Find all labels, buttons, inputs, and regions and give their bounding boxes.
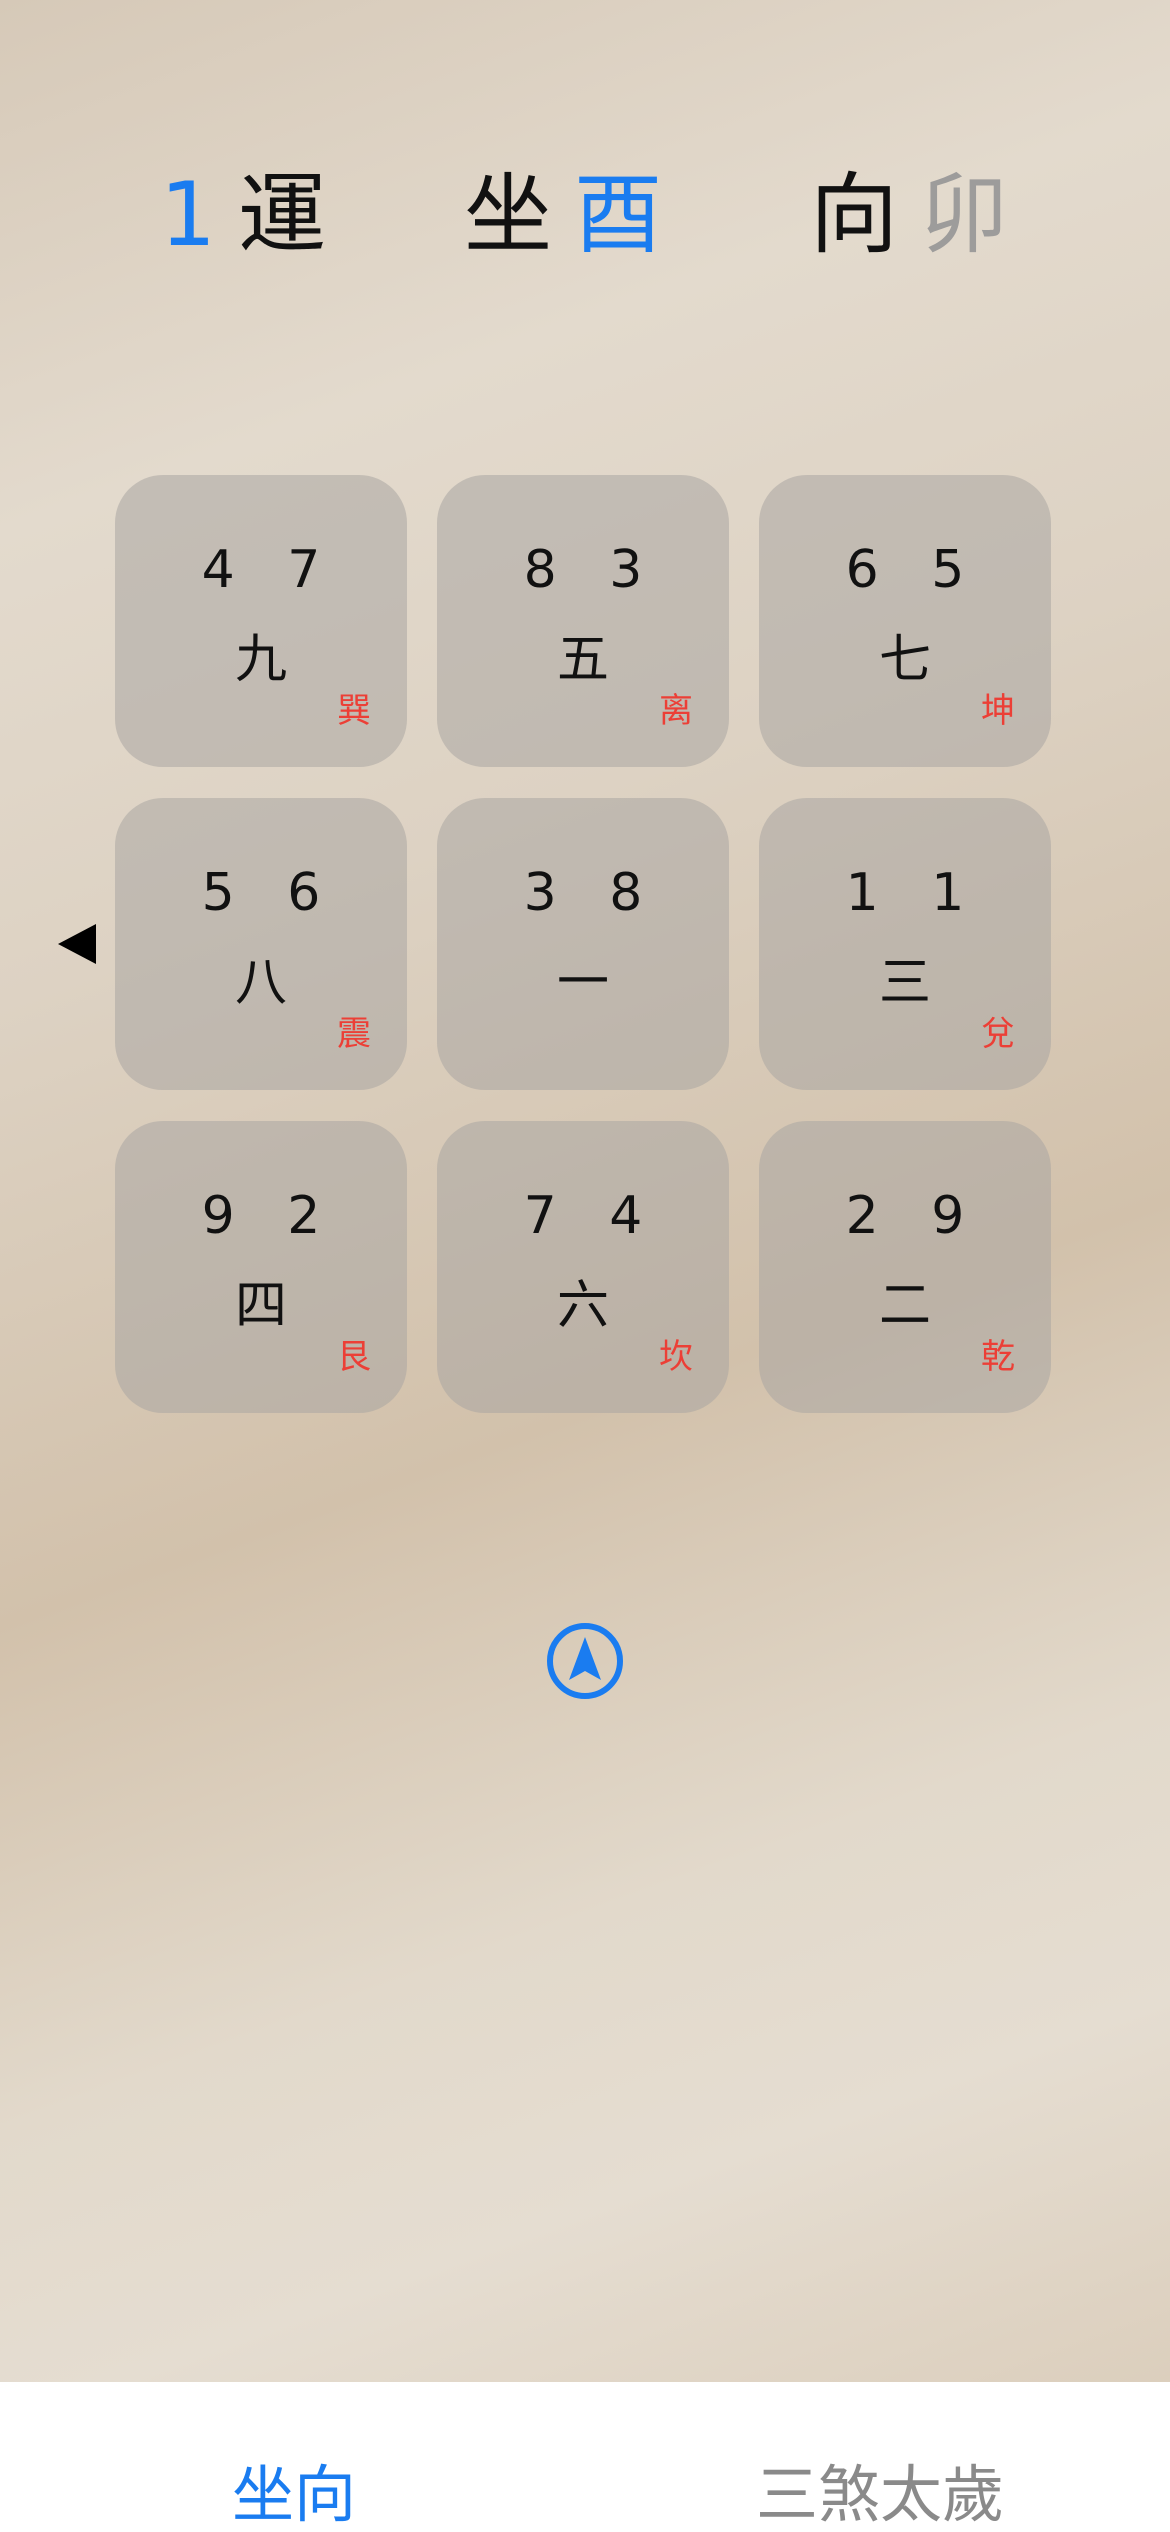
location-arrow-icon[interactable] [546, 1622, 624, 1700]
facing-display: 向 卯 [810, 155, 1008, 275]
tab-bar: 坐向 三煞太歲 [0, 2382, 1170, 2532]
header: 1 運 坐 酉 向 卯 [0, 155, 1170, 275]
flying-star-grid: 4 7 九 巽 8 3 五 离 6 5 七 坤 5 6 八 震 3 8 一 1 … [115, 475, 1055, 1413]
grid-cell-northwest[interactable]: 2 9 二 乾 [759, 1121, 1051, 1413]
cell-trigram: 巽 [337, 691, 371, 731]
cell-star-numbers: 2 9 [845, 1186, 983, 1246]
cell-base-star: 一 [556, 953, 609, 1013]
grid-cell-center[interactable]: 3 8 一 [437, 798, 729, 1090]
sitting-display[interactable]: 坐 酉 [464, 155, 662, 275]
sitting-label: 坐 [464, 163, 553, 266]
cell-star-numbers: 3 8 [523, 863, 661, 923]
cell-star-numbers: 7 4 [523, 1186, 661, 1246]
cell-base-star: 三 [878, 953, 931, 1013]
cell-trigram: 震 [337, 1014, 371, 1054]
cell-star-numbers: 5 6 [201, 863, 339, 923]
grid-cell-east[interactable]: 5 6 八 震 [115, 798, 407, 1090]
grid-cell-northeast[interactable]: 9 2 四 艮 [115, 1121, 407, 1413]
cell-base-star: 六 [556, 1276, 609, 1336]
grid-cell-southwest[interactable]: 6 5 七 坤 [759, 475, 1051, 767]
sitting-value: 酉 [574, 163, 663, 266]
grid-cell-north[interactable]: 7 4 六 坎 [437, 1121, 729, 1413]
tab-sitting-facing[interactable]: 坐向 [232, 2458, 356, 2532]
cell-star-numbers: 1 1 [845, 863, 983, 923]
facing-label: 向 [810, 163, 899, 266]
period-label: 運 [238, 163, 327, 266]
cell-base-star: 四 [234, 1276, 287, 1336]
cell-star-numbers: 8 3 [523, 540, 661, 600]
period-number: 1 [160, 163, 216, 266]
cell-trigram: 坎 [659, 1337, 693, 1377]
cell-trigram: 坤 [981, 691, 1015, 731]
cell-base-star: 七 [878, 630, 931, 690]
grid-cell-west[interactable]: 1 1 三 兌 [759, 798, 1051, 1090]
facing-value: 卯 [920, 163, 1009, 266]
tab-three-killings-tai-sui[interactable]: 三煞太歲 [756, 2458, 1004, 2532]
cell-base-star: 五 [556, 630, 609, 690]
cell-star-numbers: 4 7 [201, 540, 339, 600]
grid-cell-southeast[interactable]: 4 7 九 巽 [115, 475, 407, 767]
cell-base-star: 八 [234, 953, 287, 1013]
period-display[interactable]: 1 運 [160, 155, 326, 275]
cell-base-star: 二 [878, 1276, 931, 1336]
cell-trigram: 艮 [337, 1337, 371, 1377]
cell-star-numbers: 9 2 [201, 1186, 339, 1246]
cell-trigram: 离 [659, 691, 693, 731]
grid-cell-south[interactable]: 8 3 五 离 [437, 475, 729, 767]
cell-base-star: 九 [234, 630, 287, 690]
left-triangle-icon [58, 924, 96, 964]
cell-trigram: 兌 [981, 1014, 1015, 1054]
cell-star-numbers: 6 5 [845, 540, 983, 600]
cell-trigram: 乾 [981, 1337, 1015, 1377]
